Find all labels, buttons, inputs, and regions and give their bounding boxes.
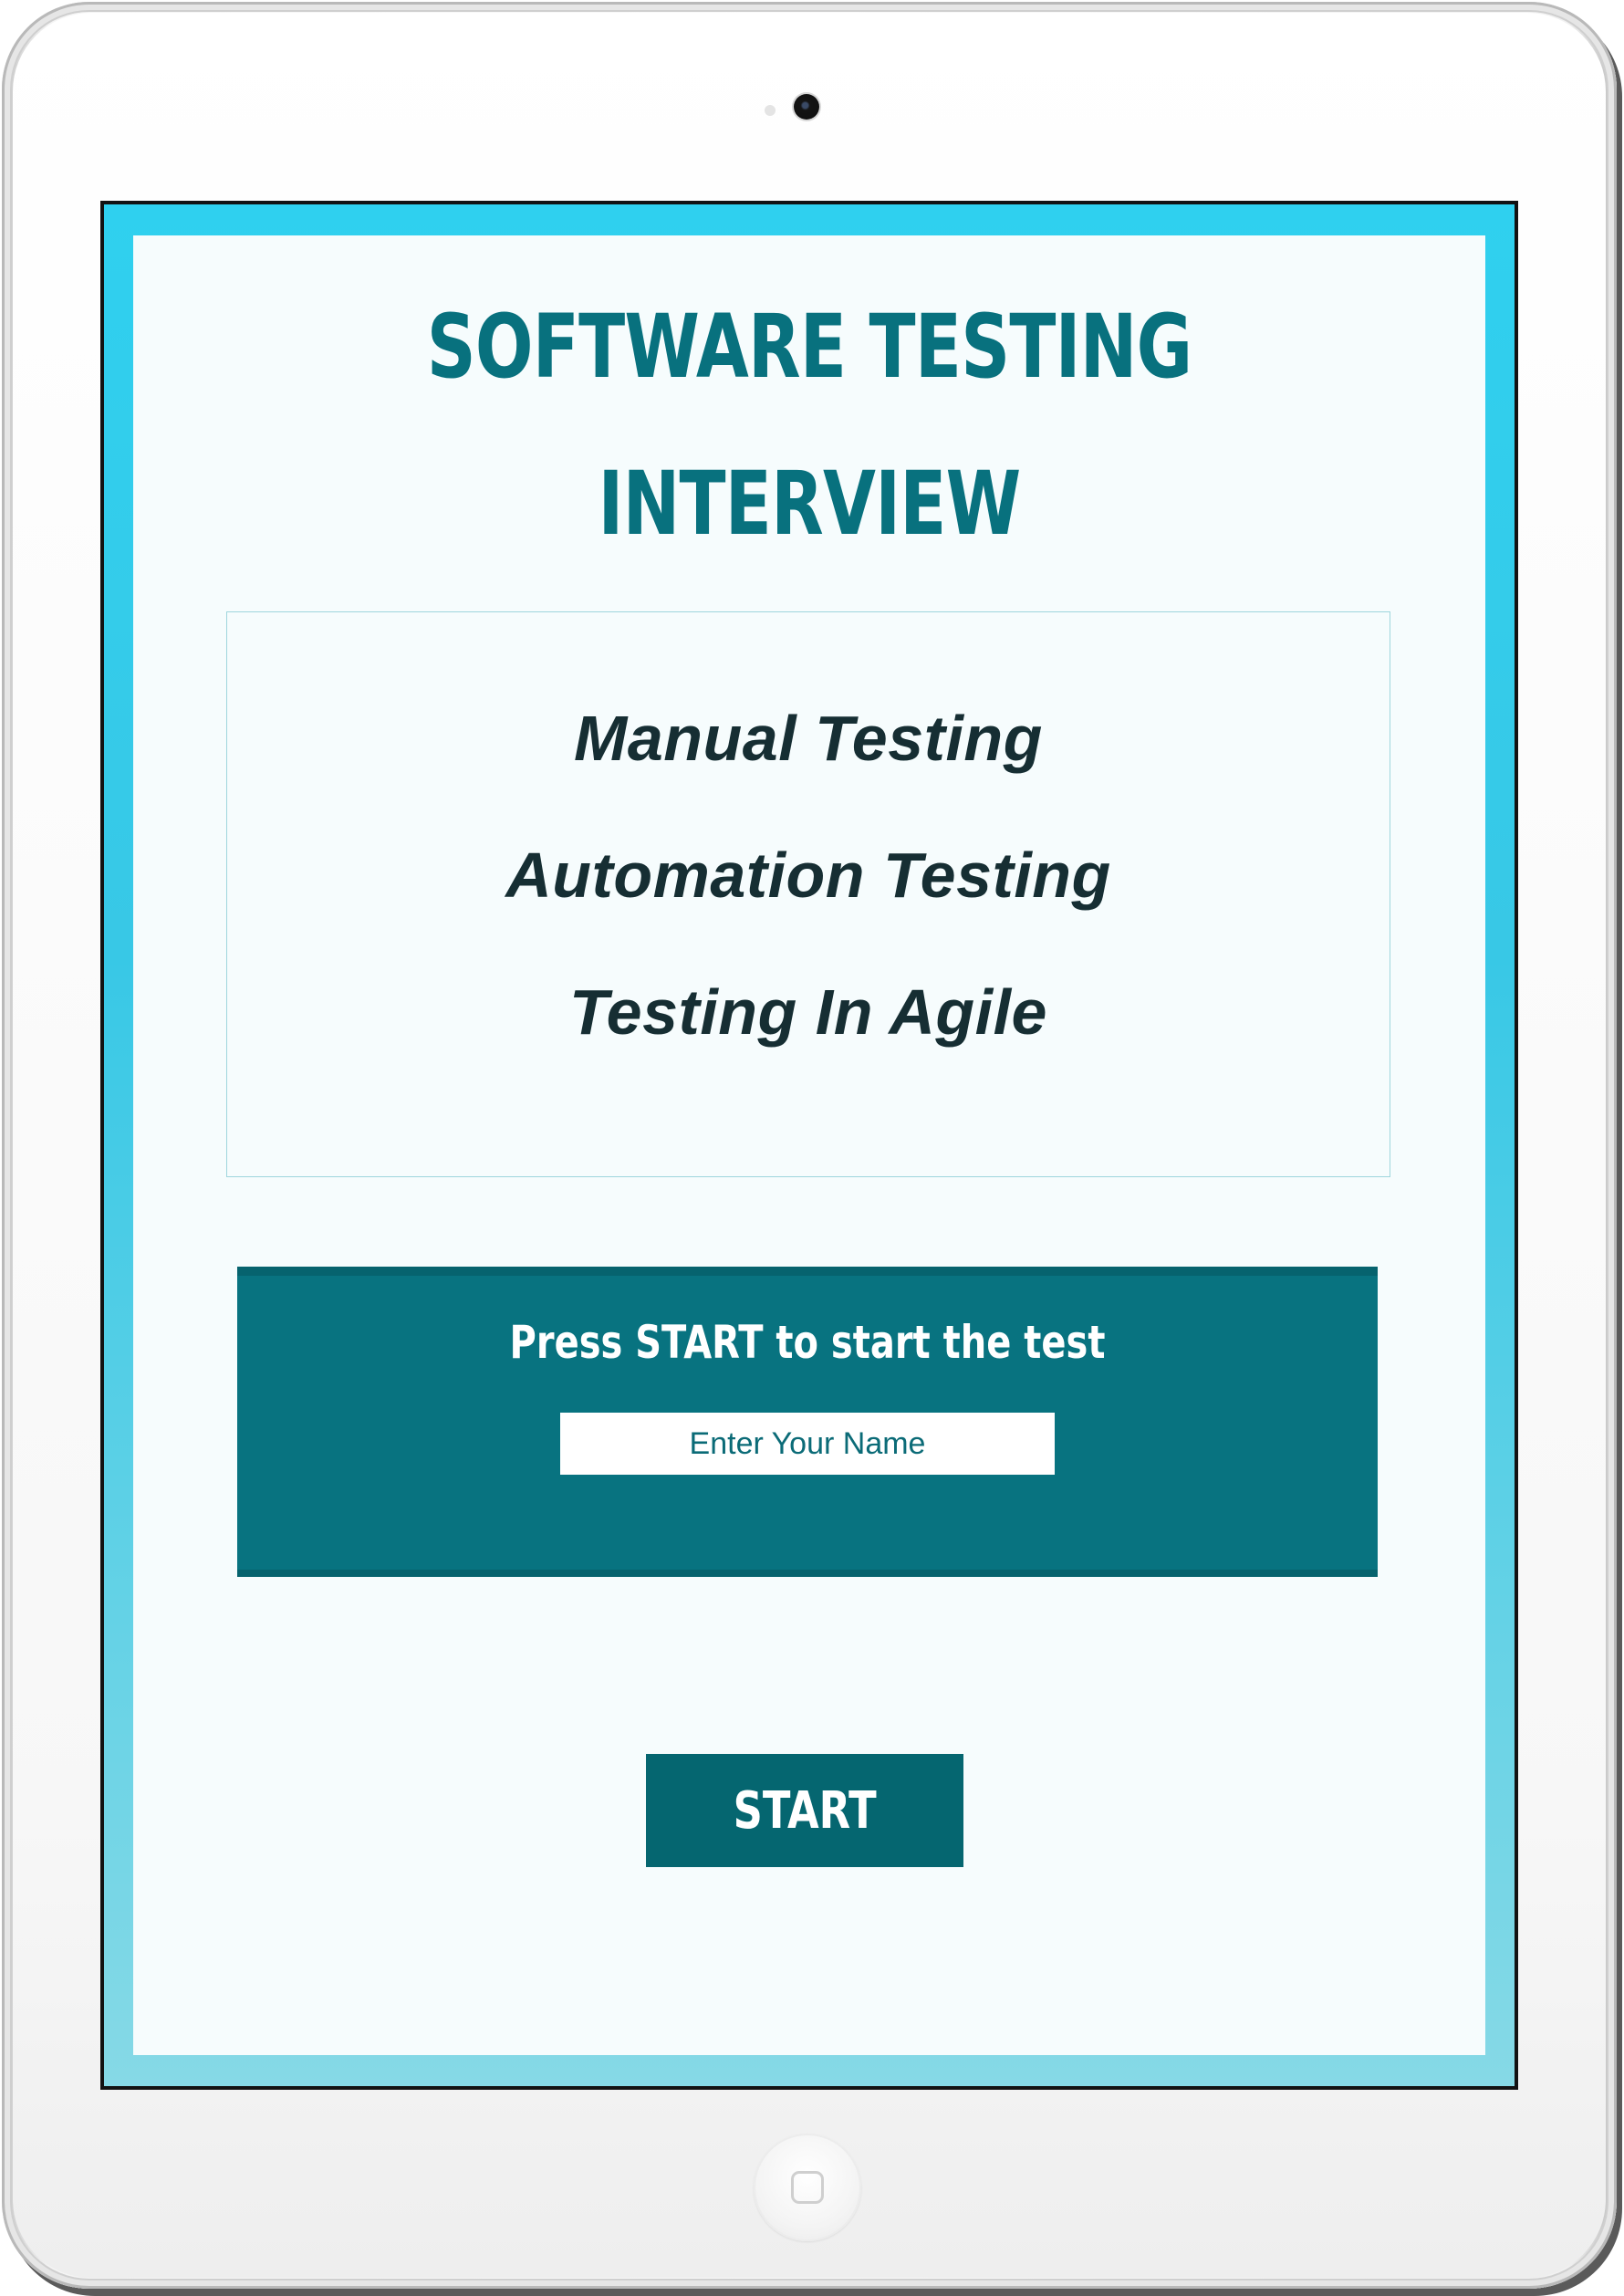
- topic-manual-testing: Manual Testing: [574, 703, 1043, 774]
- topic-testing-in-agile: Testing In Agile: [569, 976, 1047, 1048]
- home-button[interactable]: [754, 2134, 861, 2241]
- screen-bezel: SOFTWARE TESTING INTERVIEW Manual Testin…: [100, 201, 1518, 2090]
- start-button[interactable]: START: [646, 1754, 963, 1867]
- app-screen: SOFTWARE TESTING INTERVIEW Manual Testin…: [133, 235, 1485, 2055]
- light-sensor-icon: [765, 105, 776, 116]
- page-title-line-2: INTERVIEW: [598, 453, 1022, 555]
- tablet-device: SOFTWARE TESTING INTERVIEW Manual Testin…: [2, 2, 1617, 2289]
- camera-icon: [794, 94, 819, 120]
- topics-panel: Manual Testing Automation Testing Testin…: [226, 611, 1390, 1177]
- start-instructions-heading: Press START to start the test: [509, 1316, 1106, 1369]
- name-input[interactable]: [560, 1413, 1055, 1475]
- topic-automation-testing: Automation Testing: [505, 840, 1111, 911]
- screen-frame: SOFTWARE TESTING INTERVIEW Manual Testin…: [104, 204, 1515, 2086]
- home-button-icon: [791, 2171, 824, 2204]
- start-button-label: START: [733, 1780, 877, 1841]
- page-title-line-1: SOFTWARE TESTING: [426, 296, 1192, 398]
- start-instructions-panel: Press START to start the test: [237, 1267, 1378, 1577]
